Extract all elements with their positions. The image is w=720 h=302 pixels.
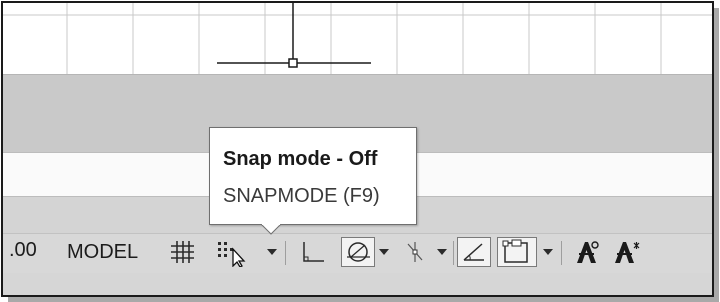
snap-mode-dropdown[interactable] [265, 239, 279, 265]
dynamic-ucs-icon [463, 243, 484, 261]
annotation-visibility-button[interactable] [569, 237, 605, 267]
selection-cycling-icon [502, 239, 528, 263]
snap-mode-button[interactable] [213, 237, 263, 267]
polar-tracking-icon [347, 242, 370, 262]
model-space-button[interactable]: MODEL [61, 237, 144, 267]
frame-shadow-bottom [8, 297, 719, 302]
auto-scale-button[interactable] [609, 237, 643, 267]
selection-cycling-button[interactable] [497, 237, 537, 267]
ortho-mode-button[interactable] [293, 237, 333, 267]
frame-shadow-right [714, 8, 719, 300]
snap-mode-icon [218, 242, 246, 267]
tooltip-pointer [261, 224, 281, 235]
polar-tracking-dropdown[interactable] [377, 239, 391, 265]
object-snap-tracking-dropdown[interactable] [435, 239, 449, 265]
crosshair-cursor [217, 3, 371, 68]
separator [453, 241, 454, 265]
separator [561, 241, 562, 265]
chevron-down-icon [267, 249, 277, 255]
polar-tracking-button[interactable] [341, 237, 375, 267]
object-snap-tracking-button[interactable] [397, 237, 433, 267]
mouse-pointer-icon [232, 247, 246, 267]
autocad-window: .00 MODEL Snap mode - Off SNAPMODE (F9) [1, 1, 714, 297]
snap-mode-tooltip: Snap mode - Off SNAPMODE (F9) [209, 127, 417, 225]
object-snap-tracking-icon [407, 242, 423, 262]
dynamic-ucs-button[interactable] [457, 237, 491, 267]
status-bar-bottom [3, 273, 712, 295]
annotation-visibility-icon [577, 241, 599, 263]
separator [285, 241, 286, 265]
tooltip-title: Snap mode - Off [223, 148, 378, 170]
grid-display-icon [171, 241, 194, 263]
tooltip-command: SNAPMODE (F9) [223, 185, 380, 207]
selection-cycling-dropdown[interactable] [541, 239, 555, 265]
chevron-down-icon [437, 249, 447, 255]
auto-scale-icon [615, 242, 640, 263]
drawing-grid [3, 3, 712, 74]
chevron-down-icon [379, 249, 389, 255]
drawing-area[interactable] [3, 3, 712, 74]
chevron-down-icon [543, 249, 553, 255]
coordinate-readout: .00 [9, 239, 37, 261]
ortho-mode-icon [303, 242, 324, 262]
grid-display-button[interactable] [161, 237, 203, 267]
